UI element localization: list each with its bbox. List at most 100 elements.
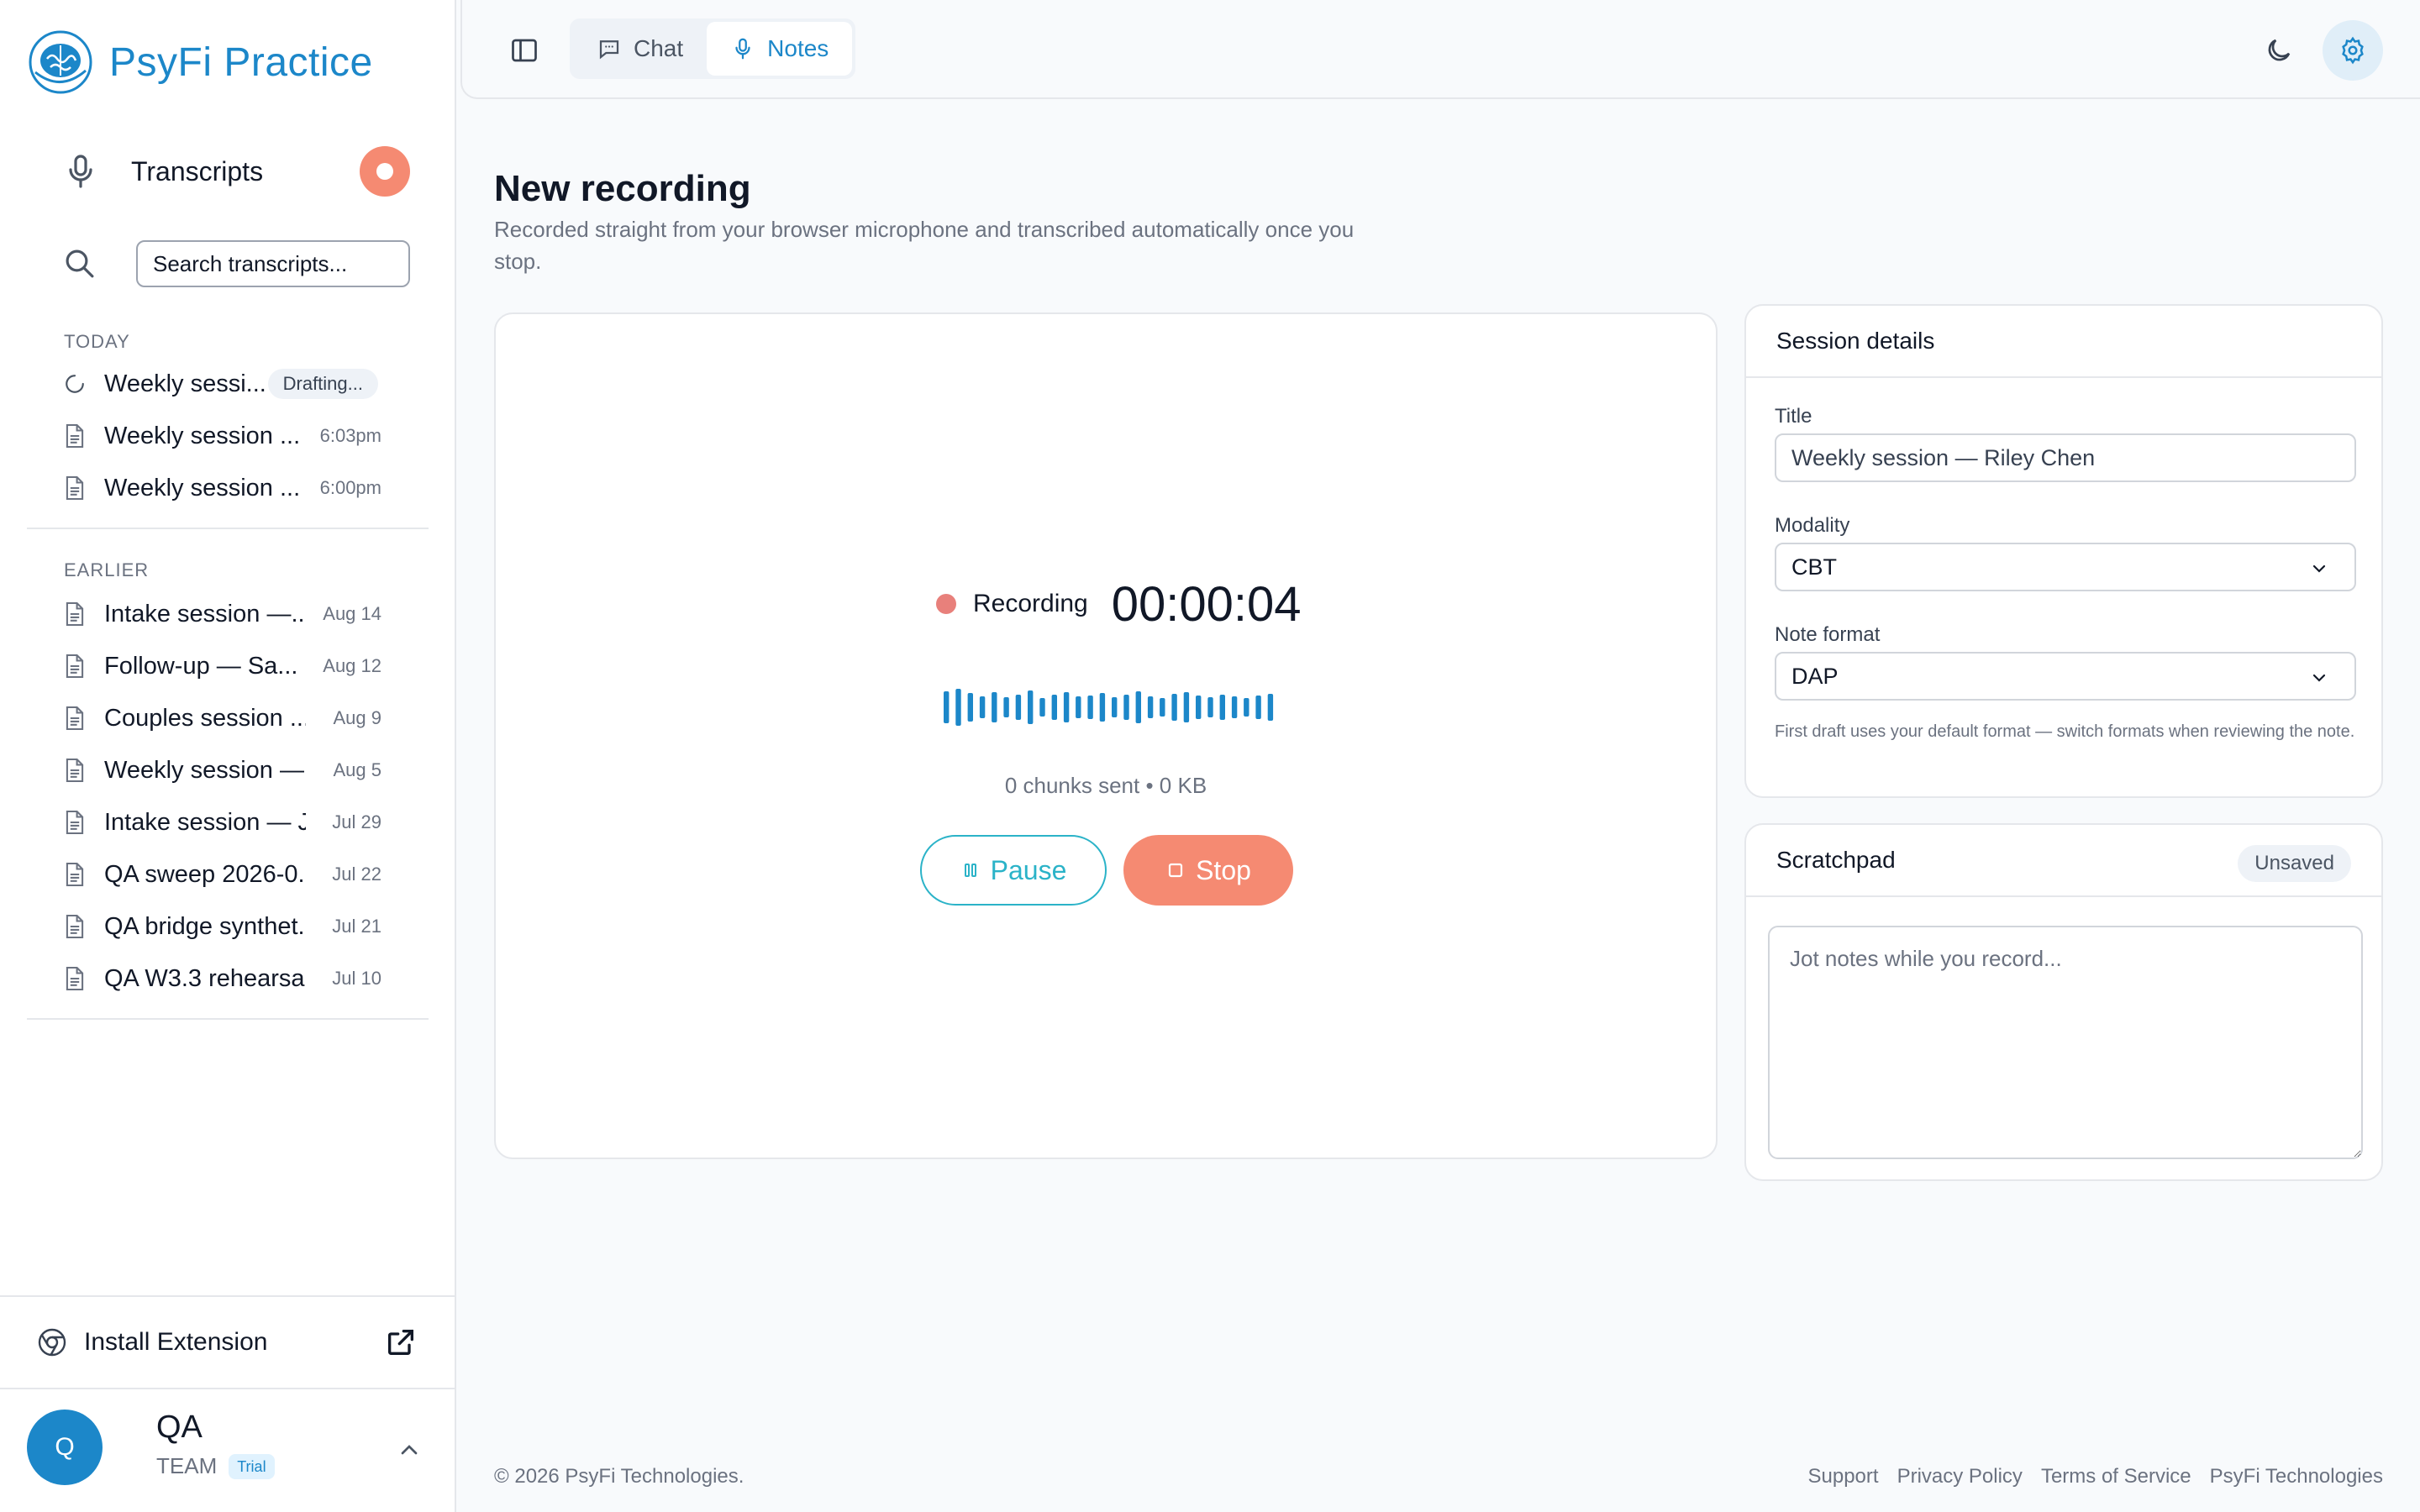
document-icon xyxy=(66,862,84,887)
list-item-date: Jul 29 xyxy=(332,811,381,832)
unsaved-badge: Unsaved xyxy=(2238,845,2351,882)
document-icon xyxy=(66,654,84,679)
waveform-bar xyxy=(1003,697,1009,717)
modality-select[interactable]: CBT xyxy=(1775,543,2356,591)
waveform-bar xyxy=(1196,696,1202,719)
list-item-title: Couples session ... xyxy=(104,704,306,732)
footer-link-terms[interactable]: Terms of Service xyxy=(2041,1465,2191,1488)
list-item-date: Jul 22 xyxy=(332,864,381,885)
tab-chat[interactable]: Chat xyxy=(573,22,707,76)
list-item[interactable]: Intake session —... Aug 14 xyxy=(64,593,400,635)
brand[interactable]: PsyFi Practice xyxy=(27,29,373,96)
audio-waveform xyxy=(944,689,1274,726)
brain-logo-icon xyxy=(29,30,92,94)
list-item[interactable]: Weekly session —... Aug 5 xyxy=(64,749,400,791)
section-label-earlier: EARLIER xyxy=(64,559,150,580)
waveform-bar xyxy=(1076,696,1081,718)
footer-link-company[interactable]: PsyFi Technologies xyxy=(2210,1465,2383,1488)
mic-icon xyxy=(735,38,750,60)
list-item-date: 6:00pm xyxy=(319,477,381,498)
list-item[interactable]: Follow-up — Sa... Aug 12 xyxy=(64,645,400,687)
recording-indicator xyxy=(936,594,956,614)
waveform-bar xyxy=(992,692,997,722)
list-item[interactable]: QA W3.3 rehearsal Jul 10 xyxy=(64,958,400,1000)
list-item[interactable]: Couples session ... Aug 9 xyxy=(64,697,400,739)
stop-button[interactable]: Stop xyxy=(1123,835,1293,906)
waveform-bar xyxy=(1255,696,1261,719)
note-format-hint: First draft uses your default format — s… xyxy=(1775,722,2355,741)
install-extension-link[interactable]: Install Extension xyxy=(0,1295,456,1388)
list-item-date: 6:03pm xyxy=(319,425,381,446)
list-item-title: QA W3.3 rehearsal xyxy=(104,964,306,992)
transcripts-nav[interactable]: Transcripts xyxy=(60,144,410,198)
tab-notes[interactable]: Notes xyxy=(707,22,853,76)
scratchpad-textarea[interactable] xyxy=(1768,926,2363,1159)
waveform-bar xyxy=(1183,692,1190,722)
moon-icon[interactable] xyxy=(2264,35,2294,66)
settings-button[interactable] xyxy=(2323,20,2383,81)
waveform-bar xyxy=(1207,697,1213,717)
note-format-value: DAP xyxy=(1791,663,1839,689)
list-item[interactable]: QA sweep 2026-0... Jul 22 xyxy=(64,853,400,895)
document-icon xyxy=(66,475,84,501)
recording-timer: 00:00:04 xyxy=(1111,576,1302,632)
user-menu[interactable]: Q QA TEAM Trial xyxy=(0,1388,456,1512)
waveform-bar xyxy=(955,689,961,726)
tab-notes-label: Notes xyxy=(767,35,829,61)
note-format-select[interactable]: DAP xyxy=(1775,652,2356,701)
waveform-bar xyxy=(1099,693,1106,722)
modality-value: CBT xyxy=(1791,554,1837,580)
recording-status-label: Recording xyxy=(973,590,1088,617)
waveform-bar xyxy=(1231,696,1238,718)
list-item-date: Jul 21 xyxy=(332,916,381,937)
footer-links: Support Privacy Policy Terms of Service … xyxy=(1790,1465,2384,1488)
list-item-date: Aug 14 xyxy=(323,603,381,624)
pause-button[interactable]: Pause xyxy=(920,835,1107,906)
user-name: QA xyxy=(156,1410,203,1445)
search-icon xyxy=(66,249,94,278)
list-item[interactable]: Intake session — J... Jul 29 xyxy=(64,801,400,843)
document-icon xyxy=(66,810,84,835)
user-team: TEAM Trial xyxy=(156,1453,275,1479)
spinner-icon xyxy=(66,375,84,393)
sidebar: PsyFi Practice Transcripts TODAY Weekly … xyxy=(0,0,456,1512)
sidebar-toggle-icon[interactable] xyxy=(509,35,539,66)
chevron-up-icon[interactable] xyxy=(396,1436,423,1463)
chevron-down-icon xyxy=(2312,564,2326,573)
list-item-date: Jul 10 xyxy=(332,968,381,989)
search-row xyxy=(62,240,410,287)
status-badge: Drafting... xyxy=(267,369,378,399)
search-input[interactable] xyxy=(136,240,410,287)
brand-name: PsyFi Practice xyxy=(109,39,373,85)
gear-icon xyxy=(2342,36,2364,65)
list-item[interactable]: Weekly sessi... Drafting... xyxy=(64,363,400,405)
list-item[interactable]: Weekly session ... 6:03pm xyxy=(64,415,400,457)
copyright: © 2026 PsyFi Technologies. xyxy=(494,1465,744,1488)
footer-link-privacy[interactable]: Privacy Policy xyxy=(1897,1465,2023,1488)
list-item[interactable]: Weekly session ... 6:00pm xyxy=(64,467,400,509)
waveform-bar xyxy=(1051,695,1057,720)
page-subtitle: Recorded straight from your browser micr… xyxy=(494,217,1355,274)
list-item[interactable]: QA bridge synthet... Jul 21 xyxy=(64,906,400,948)
stop-label: Stop xyxy=(1196,854,1251,885)
list-item-date: Aug 5 xyxy=(333,759,382,780)
team-label: TEAM xyxy=(156,1453,218,1478)
list-item-date: Aug 12 xyxy=(323,655,381,676)
waveform-bar xyxy=(967,693,973,722)
external-link-icon[interactable] xyxy=(384,1326,418,1359)
document-icon xyxy=(66,914,84,939)
topbar: Chat Notes xyxy=(460,0,2420,99)
waveform-bar xyxy=(1160,698,1165,717)
list-item-title: Weekly session —... xyxy=(104,756,306,784)
start-recording-button[interactable] xyxy=(360,146,410,197)
install-extension-label: Install Extension xyxy=(84,1328,268,1356)
waveform-bar xyxy=(1039,698,1045,717)
transcripts-label: Transcripts xyxy=(131,155,264,186)
waveform-bar xyxy=(1123,695,1129,720)
title-input[interactable]: Weekly session — Riley Chen xyxy=(1775,433,2356,482)
pause-icon xyxy=(964,864,976,877)
document-icon xyxy=(66,423,84,449)
footer-link-support[interactable]: Support xyxy=(1808,1465,1879,1488)
waveform-bar xyxy=(1015,695,1022,720)
chrome-icon xyxy=(38,1328,66,1357)
